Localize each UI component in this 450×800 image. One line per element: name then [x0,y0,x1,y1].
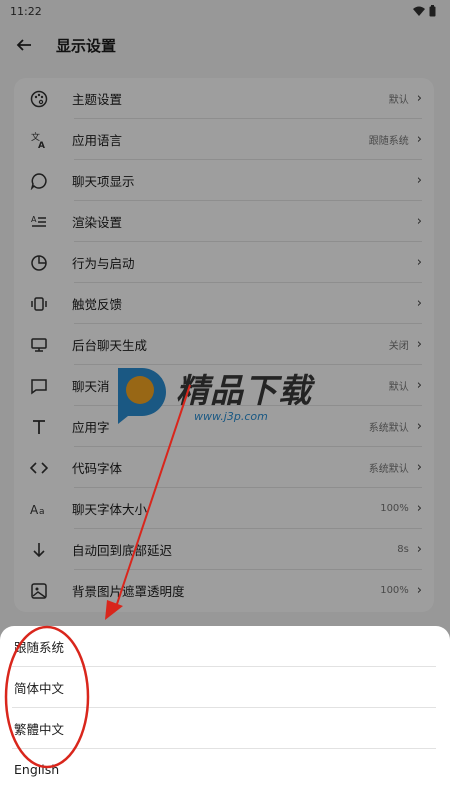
language-option-follow-system[interactable]: 跟随系统 [0,626,450,667]
language-bottom-sheet: 跟随系统 简体中文 繁體中文 English [0,626,450,800]
language-option-traditional-chinese[interactable]: 繁體中文 [0,708,450,749]
language-option-english[interactable]: English [0,749,450,790]
language-option-simplified-chinese[interactable]: 简体中文 [0,667,450,708]
